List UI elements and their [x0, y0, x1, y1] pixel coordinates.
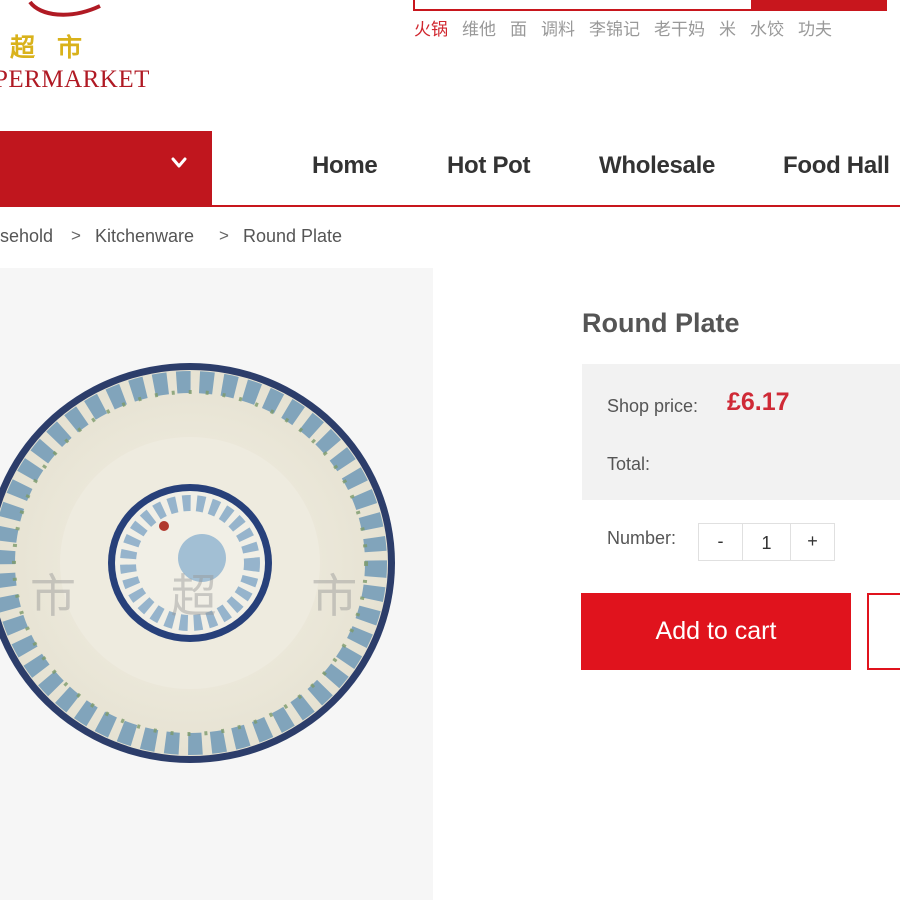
decrease-quantity-button[interactable]: -	[699, 524, 743, 560]
breadcrumb-item[interactable]: sehold	[0, 226, 53, 247]
nav-item-hot-pot[interactable]: Hot Pot	[447, 152, 531, 180]
image-watermark: 市 超 市	[30, 569, 398, 623]
secondary-action-button[interactable]	[867, 593, 900, 670]
chevron-down-icon[interactable]	[169, 153, 189, 173]
price-panel	[582, 364, 900, 500]
breadcrumb-separator: >	[219, 226, 229, 245]
logo-chinese-text: 超市	[10, 33, 105, 62]
hot-search-words: 火锅 维他面调料 李锦记 老干妈米水饺 功夫	[414, 15, 846, 40]
hot-word-link[interactable]: 水饺	[750, 20, 784, 39]
quantity-stepper: - 1 +	[698, 523, 835, 561]
search-button[interactable]	[753, 0, 887, 11]
hot-word-link[interactable]: 面	[510, 20, 527, 39]
shop-price-label: Shop price:	[607, 396, 699, 416]
breadcrumb-separator: >	[71, 226, 81, 245]
add-to-cart-button[interactable]: Add to cart	[581, 593, 851, 670]
breadcrumb-item[interactable]: Kitchenware	[95, 226, 194, 247]
logo-swoosh-icon	[28, 0, 101, 17]
breadcrumb-current: Round Plate	[243, 226, 343, 246]
hot-word-link[interactable]: 功夫	[798, 20, 832, 39]
logo-english-text: PERMARKET	[0, 66, 150, 93]
hot-word-link[interactable]: 火锅	[414, 20, 448, 39]
nav-item-wholesale[interactable]: Wholesale	[599, 152, 715, 180]
hot-word-link[interactable]: 调料	[541, 20, 575, 39]
number-label: Number:	[607, 528, 677, 548]
hot-word-link[interactable]: 李锦记	[589, 20, 640, 39]
total-label: Total:	[607, 454, 651, 474]
quantity-input[interactable]: 1	[744, 524, 789, 560]
nav-item-home[interactable]: Home	[312, 152, 378, 180]
product-title: Round Plate	[582, 308, 740, 338]
hot-word-link[interactable]: 维他	[462, 20, 496, 39]
nav-item-food-hall[interactable]: Food Hall	[783, 152, 890, 180]
hot-word-link[interactable]: 米	[719, 20, 736, 39]
increase-quantity-button[interactable]: +	[790, 524, 834, 560]
shop-price-value: £6.17	[727, 388, 790, 416]
hot-word-link[interactable]: 老干妈	[654, 20, 705, 39]
search-input[interactable]	[413, 0, 753, 11]
